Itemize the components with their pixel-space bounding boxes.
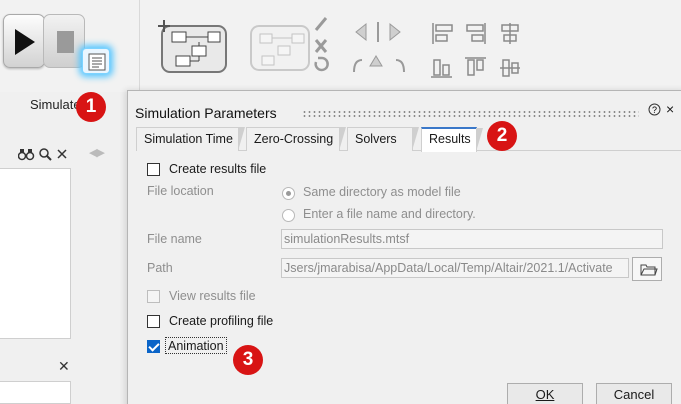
create-results-file-checkbox[interactable] bbox=[147, 163, 160, 176]
panel-close-icon[interactable]: ✕ bbox=[58, 358, 70, 375]
search-icon[interactable] bbox=[39, 148, 52, 161]
path-field[interactable]: Jsers/jmarabisa/AppData/Local/Temp/Altai… bbox=[281, 258, 629, 278]
binoculars-icon[interactable] bbox=[17, 149, 35, 161]
dock-arrows-icon[interactable]: ◀▶ bbox=[89, 146, 105, 159]
file-name-field[interactable]: simulationResults.mtsf bbox=[281, 229, 663, 249]
create-superblock-icon[interactable] bbox=[158, 18, 230, 76]
help-icon[interactable]: ? bbox=[648, 103, 661, 119]
expand-superblock-icon[interactable] bbox=[248, 20, 314, 74]
path-label: Path bbox=[147, 261, 173, 275]
step-badge-2: 2 bbox=[487, 121, 517, 151]
file-name-label: File name bbox=[147, 232, 202, 246]
cancel-button-label: Cancel bbox=[613, 387, 655, 402]
edit-tools-icon[interactable] bbox=[312, 14, 332, 76]
simulation-parameters-button[interactable] bbox=[82, 48, 110, 74]
align-distribute-icons[interactable] bbox=[430, 22, 526, 80]
browse-folder-button[interactable] bbox=[632, 257, 662, 281]
cancel-button[interactable]: Cancel bbox=[596, 383, 672, 404]
toolbar: Simulate 1 bbox=[0, 0, 681, 122]
stop-button[interactable] bbox=[43, 14, 85, 68]
create-results-file-label: Create results file bbox=[169, 162, 267, 176]
secondary-panel[interactable] bbox=[0, 381, 71, 404]
animation-label: Animation bbox=[168, 339, 224, 353]
simulation-parameters-icon bbox=[88, 53, 106, 71]
tab-solvers[interactable]: Solvers bbox=[347, 127, 419, 151]
create-profiling-file-checkbox[interactable] bbox=[147, 315, 160, 328]
radio-same-directory-label: Same directory as model file bbox=[303, 185, 461, 199]
tab-results[interactable]: Results bbox=[421, 127, 483, 152]
tab-zero-crossing[interactable]: Zero-Crossing bbox=[246, 127, 346, 151]
create-profiling-file-label: Create profiling file bbox=[169, 314, 274, 328]
animation-checkbox[interactable] bbox=[147, 340, 160, 353]
tab-bar: Simulation Time Zero-Crossing Solvers Re… bbox=[136, 127, 681, 152]
radio-same-directory[interactable] bbox=[282, 187, 295, 200]
browser-panel-tools bbox=[17, 147, 70, 164]
play-button[interactable] bbox=[3, 14, 45, 68]
dialog-close-icon[interactable]: × bbox=[666, 101, 674, 117]
svg-text:?: ? bbox=[652, 105, 657, 115]
radio-enter-file-name[interactable] bbox=[282, 209, 295, 222]
dialog-title: Simulation Parameters bbox=[135, 105, 277, 121]
flip-rotate-icon[interactable] bbox=[352, 20, 412, 80]
simulate-label: Simulate bbox=[30, 97, 81, 112]
view-results-file-checkbox[interactable] bbox=[147, 290, 160, 303]
view-results-file-label: View results file bbox=[169, 289, 256, 303]
simulation-parameters-dialog: Simulation Parameters ? × Simulation Tim… bbox=[127, 90, 681, 404]
toolbar-separator bbox=[139, 0, 140, 92]
folder-icon bbox=[640, 264, 658, 276]
dialog-drag-grip[interactable] bbox=[302, 110, 639, 118]
step-badge-3: 3 bbox=[233, 345, 263, 375]
ok-button[interactable]: OK bbox=[507, 383, 583, 404]
tab-simulation-time[interactable]: Simulation Time bbox=[136, 127, 245, 151]
stop-icon bbox=[57, 31, 74, 53]
play-icon bbox=[15, 29, 35, 55]
file-location-label: File location bbox=[147, 184, 214, 198]
step-badge-1: 1 bbox=[76, 92, 106, 122]
close-icon[interactable] bbox=[57, 149, 67, 159]
ok-button-label: OK bbox=[535, 387, 555, 402]
browser-panel-list[interactable] bbox=[0, 168, 71, 339]
radio-enter-file-name-label: Enter a file name and directory. bbox=[303, 207, 476, 221]
panel-toolbar bbox=[17, 148, 67, 161]
